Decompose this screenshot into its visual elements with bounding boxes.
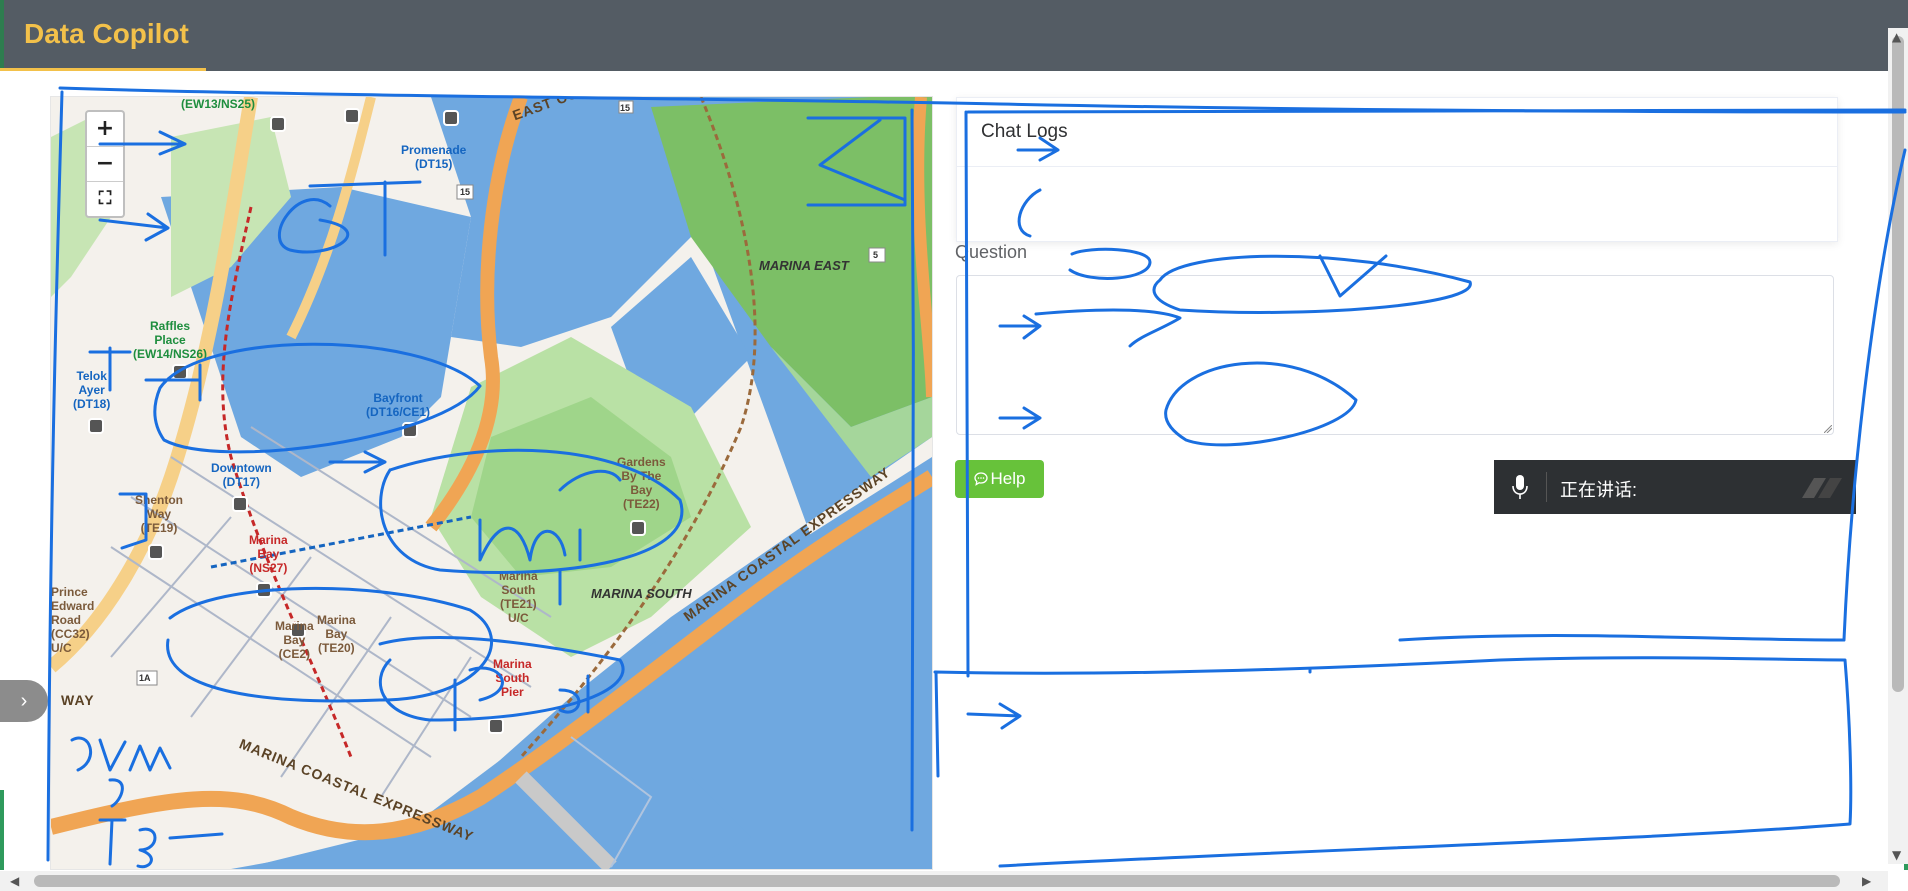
scroll-right-icon[interactable]: ▶ — [1862, 874, 1871, 888]
question-label: Question — [955, 242, 1028, 262]
speech-divider — [1546, 472, 1547, 502]
station-label: Gardens By The Bay (TE22) — [617, 455, 666, 511]
station-label: Marina South (TE21) U/C — [499, 569, 538, 625]
station-label: Telok Ayer (DT18) — [73, 369, 111, 411]
map-container[interactable]: (EW13/NS25) Promenade (DT15) Raffles Pla… — [50, 96, 933, 870]
road-shield: 15 — [460, 187, 471, 197]
horizontal-scrollbar-thumb[interactable] — [34, 875, 1840, 887]
station-label: Marina Bay (NS27) — [249, 533, 288, 575]
header-accent — [0, 0, 4, 71]
question-input[interactable] — [956, 275, 1834, 435]
chat-bubble-icon — [973, 472, 988, 486]
station-label: Marina Bay (CE2) — [275, 619, 314, 661]
station-label: Downtown (DT17) — [211, 461, 272, 489]
station-label: Prince Edward Road (CC32) U/C — [51, 585, 95, 655]
help-button[interactable]: Help — [955, 460, 1044, 498]
station-label: Promenade (DT15) — [401, 143, 467, 171]
chat-logs-body[interactable] — [957, 167, 1837, 241]
scroll-left-icon[interactable]: ◀ — [10, 874, 19, 888]
map-zoom-control: + − ⛶ — [85, 110, 125, 218]
station-label: Shenton Way (TE19) — [135, 493, 183, 535]
resize-grip-icon[interactable] — [1824, 425, 1832, 433]
active-tab-underline — [0, 68, 206, 71]
zoom-in-button[interactable]: + — [87, 112, 123, 147]
road-shield: 5 — [873, 250, 879, 260]
road-shield: 15 — [620, 103, 631, 113]
chat-logs-panel: Chat Logs — [956, 97, 1838, 242]
speaking-status-text: 正在讲话: — [1560, 480, 1638, 500]
vertical-scrollbar-thumb[interactable] — [1892, 36, 1904, 692]
station-label: Marina South Pier — [493, 657, 532, 699]
fullscreen-icon[interactable]: ⛶ — [87, 182, 123, 216]
zoom-out-button[interactable]: − — [87, 147, 123, 182]
map-canvas[interactable] — [51, 97, 932, 869]
left-edge-accent — [0, 790, 4, 870]
chat-logs-title: Chat Logs — [957, 98, 1837, 167]
station-label: Bayfront (DT16/CE1) — [366, 391, 431, 419]
microphone-icon[interactable] — [1512, 474, 1528, 500]
scroll-down-icon[interactable]: ▼ — [1892, 848, 1901, 862]
road-shield: 1A — [139, 673, 151, 683]
station-label: Raffles Place (EW14/NS26) — [133, 319, 208, 361]
station-label: Marina Bay (TE20) — [317, 613, 356, 655]
road-label: WAY — [61, 692, 95, 708]
app-header: Data Copilot — [0, 0, 1908, 71]
area-label: MARINA SOUTH — [591, 586, 692, 601]
area-label: MARINA EAST — [759, 258, 849, 273]
chevron-right-icon: › — [20, 689, 28, 712]
station-label: (EW13/NS25) — [181, 97, 256, 111]
speech-status-bar: 正在讲话: — [1494, 460, 1856, 514]
app-title[interactable]: Data Copilot — [24, 18, 189, 50]
scroll-up-icon[interactable]: ▲ — [1892, 30, 1901, 44]
sidebar-toggle-button[interactable]: › — [0, 680, 48, 722]
audio-wave-icon — [1802, 478, 1842, 498]
help-button-label: Help — [990, 469, 1026, 488]
